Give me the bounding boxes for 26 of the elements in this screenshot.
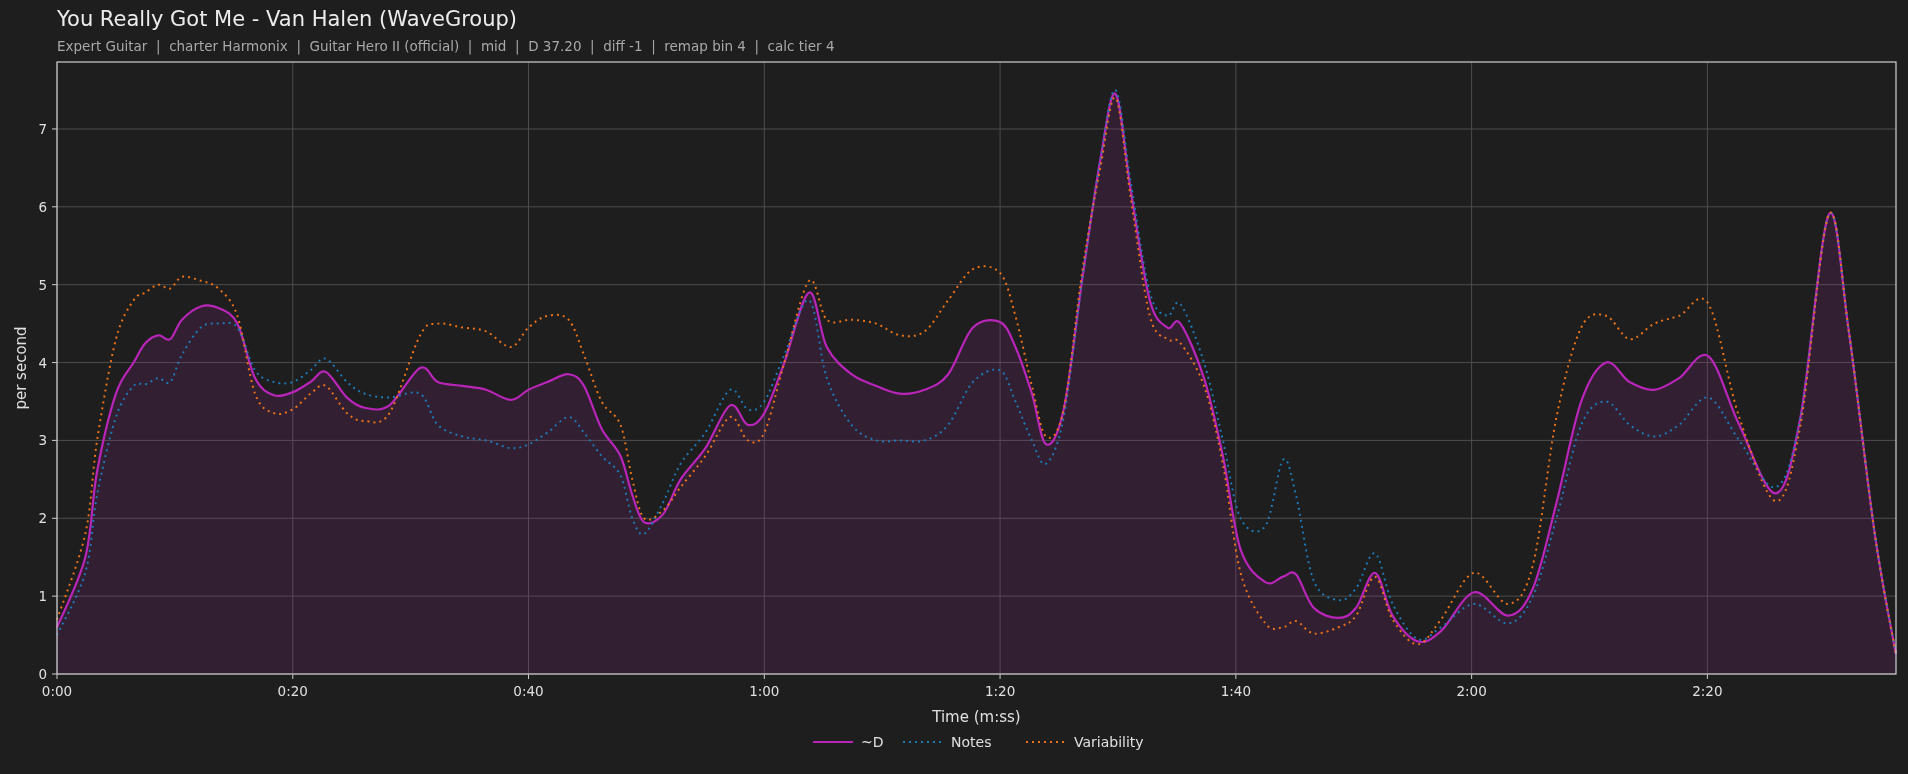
x-tick-label: 1:20 — [984, 682, 1016, 699]
y-tick-label: 0 — [38, 665, 47, 682]
x-tick-label: 2:00 — [1456, 682, 1487, 699]
y-axis-title: per second — [12, 325, 30, 410]
legend-entry: Notes — [903, 733, 992, 750]
x-axis-title: Time (m:ss) — [932, 707, 1021, 726]
legend-label: ~D — [861, 733, 884, 750]
y-tick-label: 1 — [38, 587, 47, 604]
x-tick-label: 0:20 — [277, 682, 308, 699]
x-tick-label: 1:00 — [749, 682, 780, 699]
y-tick-label: 6 — [38, 198, 47, 215]
x-tick-label: 1:40 — [1220, 682, 1251, 699]
y-tick-label: 4 — [38, 354, 47, 371]
legend-label: Variability — [1074, 733, 1144, 750]
x-tick-label: 0:00 — [41, 682, 73, 699]
chart-title: You Really Got Me - Van Halen (WaveGroup) — [56, 6, 519, 30]
y-tick-label: 2 — [38, 509, 47, 526]
legend-entry: ~D — [813, 733, 884, 750]
legend-label: Notes — [951, 733, 992, 750]
legend-entry: Variability — [1026, 733, 1144, 750]
x-tick-label: 2:20 — [1692, 682, 1723, 699]
y-tick-label: 7 — [38, 120, 47, 137]
chart-subtitle: Expert Guitar | charter Harmonix | Guitar Hero II (official) | mid | D 37.20 | diff -1 | remap bin 4 | calc tier 4 — [56, 37, 836, 54]
x-tick-label: 0:40 — [513, 682, 544, 699]
y-tick-label: 5 — [38, 276, 47, 293]
y-tick-label: 3 — [38, 431, 47, 448]
